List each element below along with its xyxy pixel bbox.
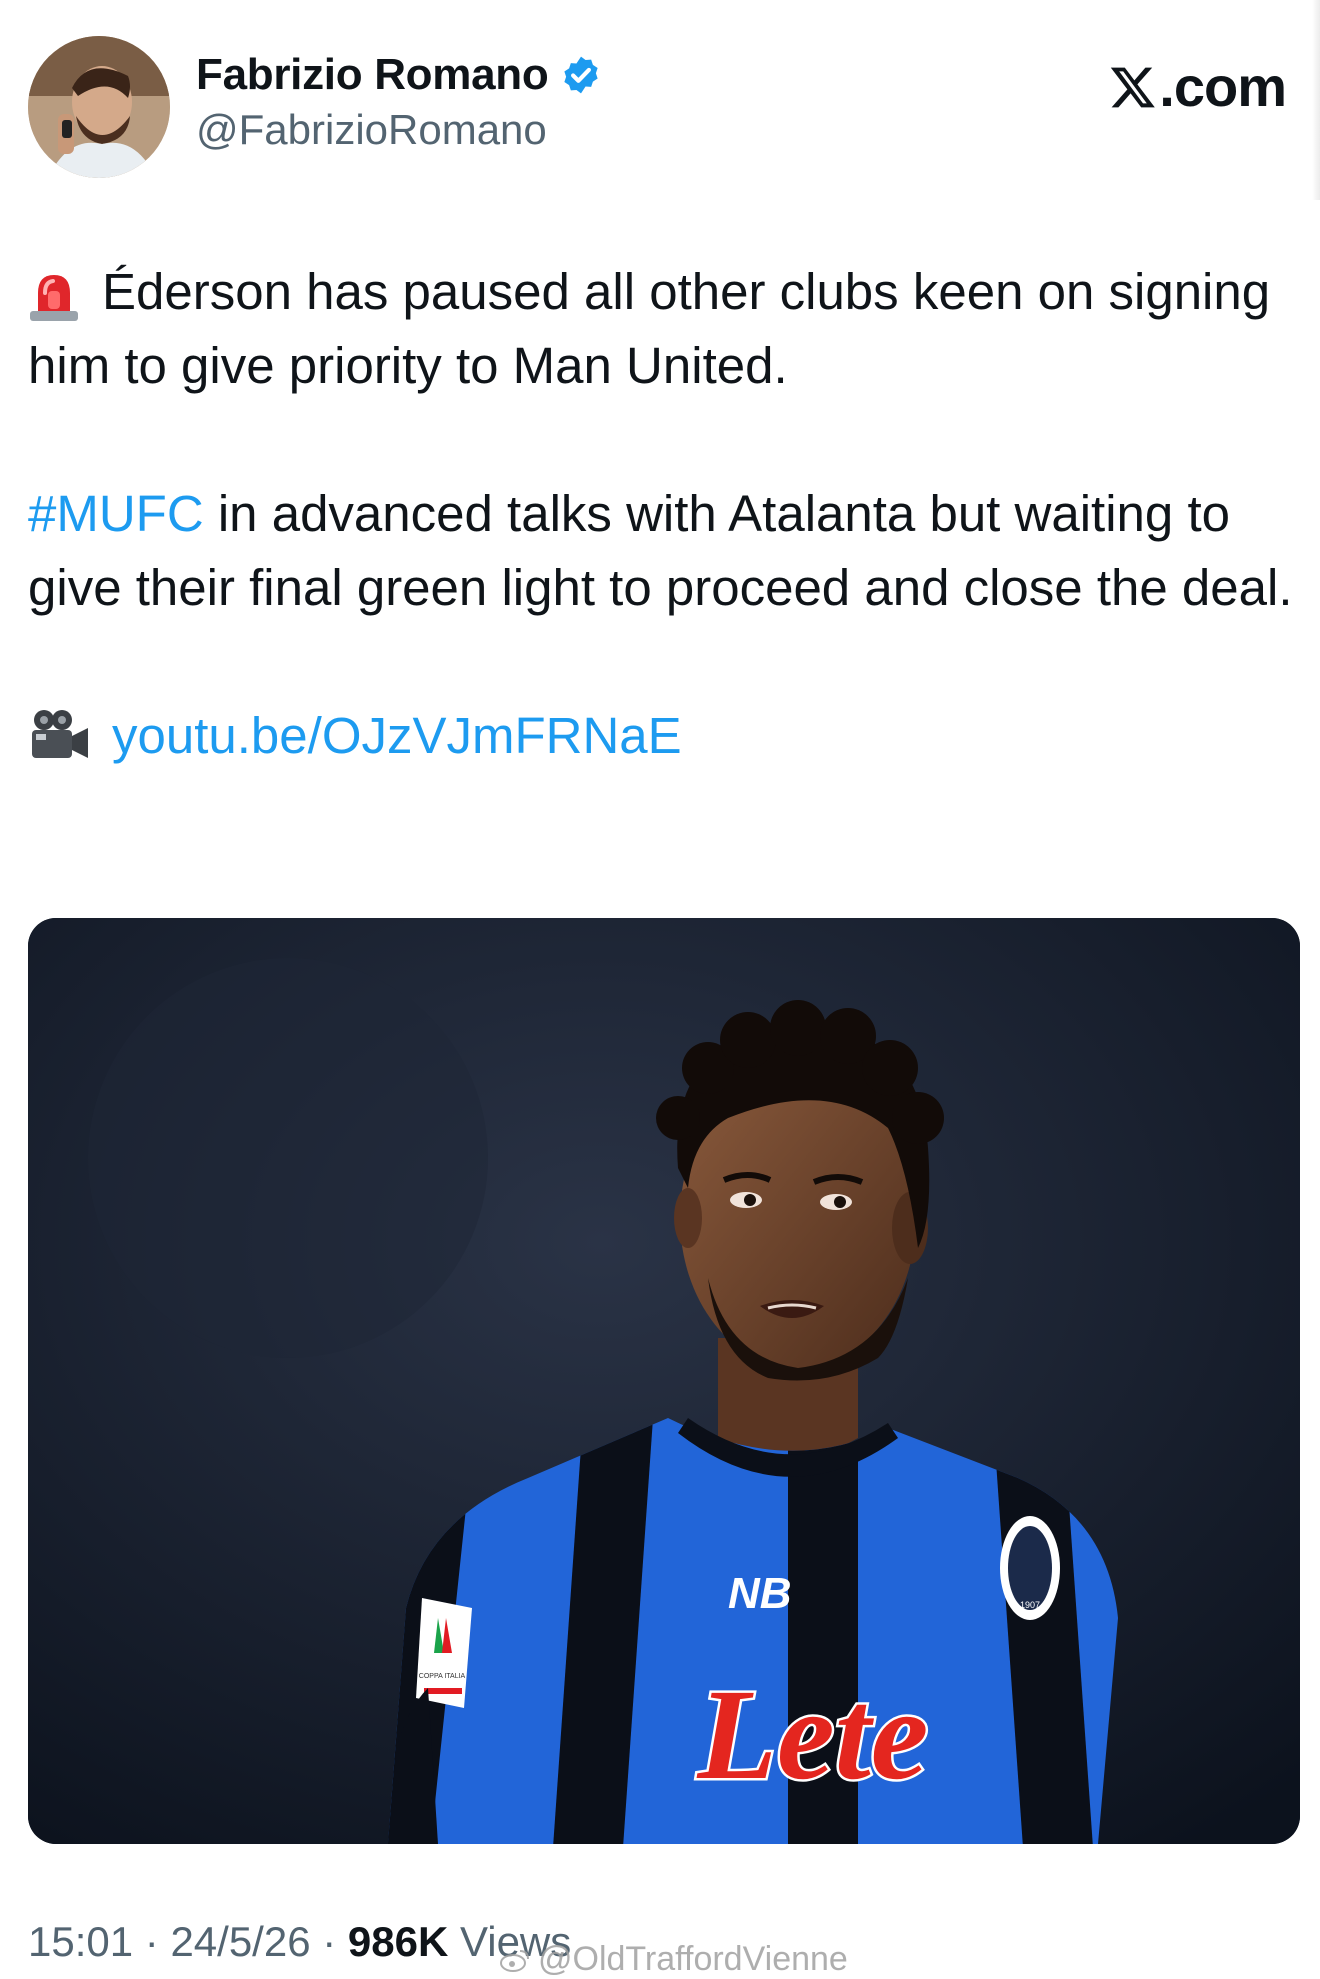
coppa-italia-patch: COPPA ITALIA	[416, 1598, 472, 1708]
meta-separator-2: ·	[310, 1918, 348, 1965]
meta-separator: ·	[133, 1918, 171, 1965]
verified-badge-icon	[564, 56, 599, 94]
tweet-paragraph-3: youtu.be/OJzVJmFRNaE	[28, 699, 1298, 773]
scroll-edge	[1312, 0, 1320, 200]
tweet-text-para2: in advanced talks with Atalanta but wait…	[28, 485, 1293, 616]
display-name-row: Fabrizio Romano	[196, 50, 602, 100]
patch-text: COPPA ITALIA	[419, 1673, 466, 1680]
tweet-paragraph-2: #MUFC in advanced talks with Atalanta bu…	[28, 477, 1298, 625]
watermark: @OldTraffordVienne	[500, 1940, 848, 1979]
siren-emoji-icon	[30, 274, 78, 321]
watermark-text: @OldTraffordVienne	[538, 1940, 848, 1978]
tweet-text-para1: Éderson has paused all other clubs keen …	[28, 263, 1271, 394]
tweet-date[interactable]: 24/5/26	[170, 1918, 310, 1965]
views-count: 986K	[347, 1918, 449, 1965]
tweet-time[interactable]: 15:01	[28, 1918, 133, 1965]
tweet-media-image[interactable]: NB 1907 COPPA ITALIA Lete	[28, 918, 1300, 1844]
movie-camera-emoji-icon	[32, 710, 88, 758]
x-brand: .com	[1109, 54, 1287, 119]
sponsor-text: Lete	[697, 1663, 929, 1807]
club-badge-icon: 1907	[1000, 1516, 1060, 1620]
tweet-paragraph-1: Éderson has paused all other clubs keen …	[28, 255, 1298, 403]
youtube-link[interactable]: youtu.be/OJzVJmFRNaE	[112, 699, 682, 773]
kit-brand-text: NB	[728, 1569, 792, 1618]
hashtag-link[interactable]: #MUFC	[28, 485, 204, 542]
author-display-name[interactable]: Fabrizio Romano	[196, 50, 549, 100]
author-names: Fabrizio Romano @FabrizioRomano	[196, 50, 602, 154]
x-logo-icon	[1111, 67, 1156, 107]
tweet-header: Fabrizio Romano @FabrizioRomano .com	[28, 36, 1292, 186]
tweet-body: Éderson has paused all other clubs keen …	[28, 255, 1298, 773]
weibo-logo-icon	[500, 1949, 529, 1972]
player-photo: NB 1907 COPPA ITALIA Lete	[28, 918, 1300, 1844]
badge-year: 1907	[1020, 1600, 1040, 1610]
author-handle[interactable]: @FabrizioRomano	[196, 106, 602, 154]
brand-domain: .com	[1159, 55, 1287, 118]
tweet-meta: 15:01 · 24/5/26 · 986K Views	[28, 1918, 571, 1966]
avatar-photo	[28, 36, 170, 178]
author-avatar[interactable]	[28, 36, 170, 178]
